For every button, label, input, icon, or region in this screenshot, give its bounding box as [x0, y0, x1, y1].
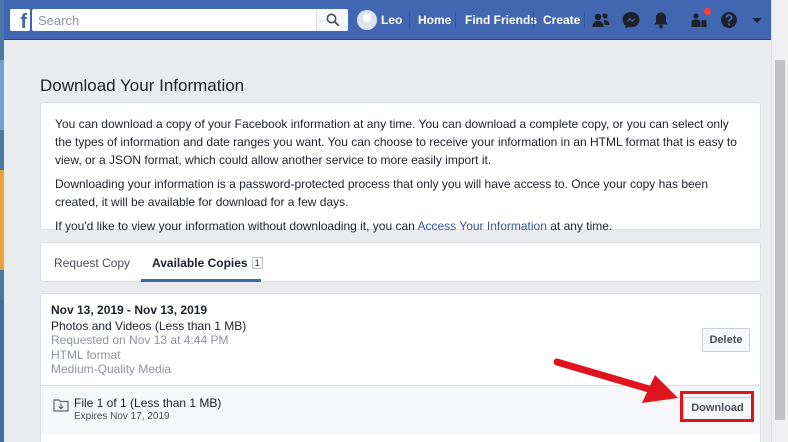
annotation-highlight-box [680, 391, 754, 422]
search-input[interactable] [32, 9, 312, 31]
help-icon[interactable] [719, 10, 739, 30]
nav-divider [584, 12, 585, 28]
copy-date-range: Nov 13, 2019 - Nov 13, 2019 [51, 303, 208, 317]
dropdown-icon[interactable] [747, 10, 767, 30]
tab-label: Available Copies [152, 256, 248, 270]
intro-paragraph: If you'd like to view your information w… [55, 217, 746, 235]
tab-request-copy[interactable]: Request Copy [54, 256, 130, 270]
copy-media-quality: Medium-Quality Media [51, 362, 172, 376]
friends-icon[interactable] [591, 10, 611, 30]
create-link[interactable]: Create [543, 13, 580, 27]
count-badge: 1 [251, 257, 263, 269]
left-window-strip [0, 0, 4, 442]
search-button[interactable] [316, 9, 348, 31]
file-row: File 1 of 1 (Less than 1 MB) Expires Nov… [41, 385, 760, 435]
access-your-information-link[interactable]: Access Your Information [418, 219, 547, 233]
intro-text: at any time. [546, 219, 613, 233]
scrollbar[interactable] [771, 0, 788, 442]
nav-divider [455, 12, 456, 28]
file-expiry: Expires Nov 17, 2019 [74, 411, 170, 422]
tab-available-copies[interactable]: Available Copies 1 [152, 256, 263, 270]
find-friends-link[interactable]: Find Friends [465, 13, 537, 27]
copy-format: HTML format [51, 348, 121, 362]
available-copy-card: Nov 13, 2019 - Nov 13, 2019 Photos and V… [40, 293, 761, 442]
tab-bar: Request Copy Available Copies 1 [40, 242, 761, 282]
top-bar: f Leo Home Find Friends Create [4, 0, 771, 40]
notifications-icon[interactable] [651, 10, 671, 30]
intro-text: If you'd like to view your information w… [55, 219, 418, 233]
window-strip-segment [0, 60, 4, 130]
intro-paragraph: Downloading your information is a passwo… [55, 177, 709, 209]
messenger-icon[interactable] [621, 10, 641, 30]
window-strip-segment [0, 170, 4, 270]
profile-link[interactable]: Leo [381, 13, 402, 27]
search-box [32, 9, 348, 31]
nav-divider [409, 12, 410, 28]
scrollbar-thumb[interactable] [775, 60, 785, 420]
download-file-icon [53, 399, 69, 412]
active-tab-indicator [141, 279, 261, 282]
search-icon [326, 13, 340, 27]
home-link[interactable]: Home [418, 13, 451, 27]
copy-requested-date: Requested on Nov 13 at 4:44 PM [51, 333, 229, 347]
avatar[interactable] [357, 10, 377, 30]
facebook-logo[interactable]: f [10, 9, 30, 31]
window-strip-segment [0, 300, 4, 442]
page-title: Download Your Information [40, 76, 245, 95]
nav-divider [533, 12, 534, 28]
file-name: File 1 of 1 (Less than 1 MB) [74, 396, 222, 410]
notification-badge [704, 8, 711, 15]
copy-type: Photos and Videos (Less than 1 MB) [51, 319, 247, 333]
delete-button[interactable]: Delete [702, 328, 750, 352]
intro-paragraph: You can download a copy of your Facebook… [55, 117, 737, 167]
intro-card: You can download a copy of your Facebook… [40, 102, 761, 233]
